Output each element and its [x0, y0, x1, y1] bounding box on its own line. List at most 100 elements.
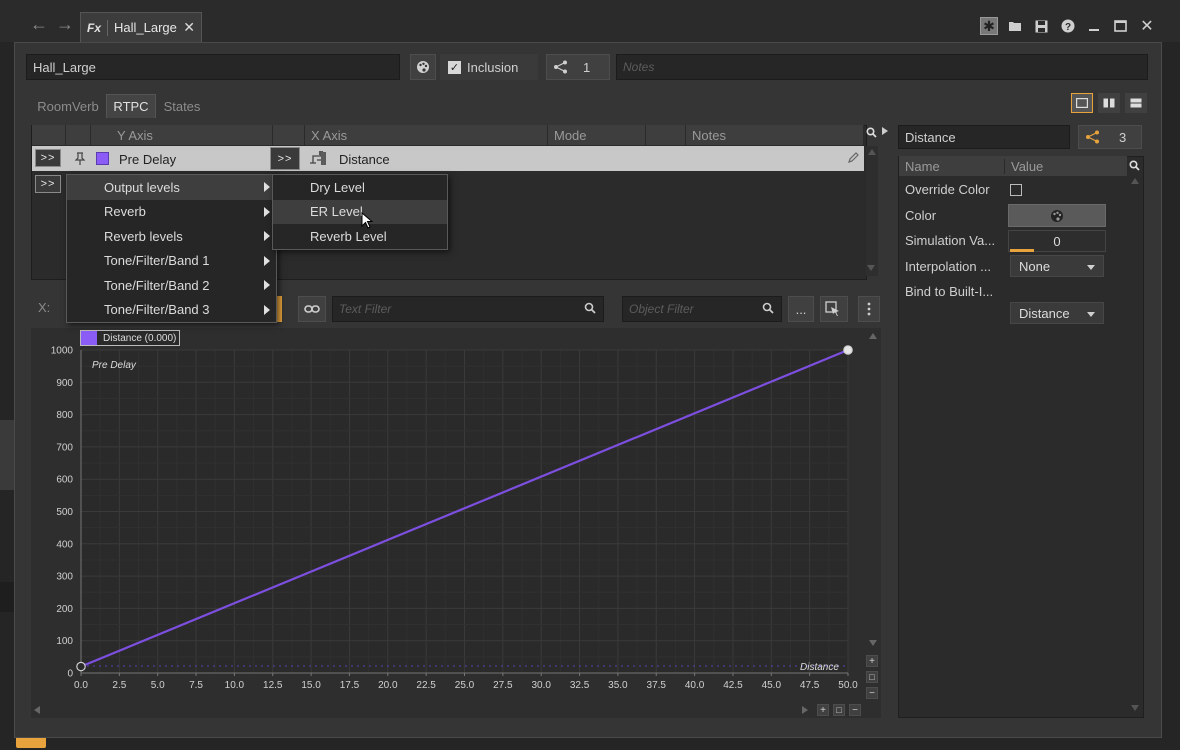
header-pin-col — [66, 125, 91, 145]
x-tick-label: 35.0 — [608, 680, 628, 691]
rtpc-references-button[interactable]: 3 — [1078, 125, 1142, 149]
tab-close-icon[interactable]: ✕ — [183, 19, 195, 36]
zoom-in-horizontal-icon[interactable]: + — [817, 704, 829, 716]
color-palette-button[interactable] — [410, 54, 436, 80]
zoom-fit-horizontal-icon[interactable]: □ — [833, 704, 845, 716]
tab-rtpc[interactable]: RTPC — [106, 94, 156, 118]
zoom-out-vertical-icon[interactable]: − — [866, 687, 878, 699]
table-search-icon[interactable] — [866, 127, 877, 141]
reference-count: 1 — [583, 59, 591, 75]
rtpc-curve-svg[interactable]: 0 100 200 300 400 500 600 700 800 900 1000 0.0 2.5 5.… — [31, 328, 881, 718]
layout-vertical-split-icon[interactable] — [1098, 93, 1120, 113]
x-axis-browse-button[interactable]: >> — [270, 147, 300, 170]
open-folder-icon[interactable] — [1006, 17, 1024, 35]
save-icon[interactable] — [1032, 17, 1050, 35]
interpolation-dropdown[interactable]: None — [1010, 255, 1104, 277]
svg-text:?: ? — [1065, 22, 1071, 33]
chart-scroll-down-icon[interactable] — [869, 640, 877, 646]
menu-item-reverb[interactable]: Reverb — [67, 200, 276, 225]
bind-builtin-dropdown[interactable]: Distance — [1010, 302, 1104, 324]
menu-item-tone-filter-band-1[interactable]: Tone/Filter/Band 1 — [67, 249, 276, 274]
x-tick-label: 17.5 — [340, 680, 360, 691]
pin-icon-row[interactable] — [66, 146, 94, 171]
y-tick-label: 600 — [56, 475, 73, 486]
override-color-checkbox[interactable] — [1010, 184, 1022, 196]
pin-icon[interactable]: ✱ — [980, 17, 998, 35]
share-nodes-icon — [1086, 130, 1099, 144]
inclusion-checkbox[interactable]: ✓ — [448, 60, 461, 74]
menu-item-tone-filter-band-3[interactable]: Tone/Filter/Band 3 — [67, 298, 276, 323]
menu-item-dry-level[interactable]: Dry Level — [273, 175, 447, 200]
zoom-fit-vertical-icon[interactable]: □ — [866, 671, 878, 683]
rtpc-object-name[interactable]: Distance — [898, 125, 1070, 149]
new-row-expand-button[interactable]: >> — [35, 175, 61, 193]
back-arrow-icon[interactable]: ← — [30, 14, 48, 35]
notes-field[interactable]: Notes — [616, 54, 1148, 80]
link-button[interactable] — [298, 296, 326, 322]
prop-header-value[interactable]: Value — [1005, 159, 1043, 174]
x-tick-label: 45.0 — [762, 680, 782, 691]
prop-header-name[interactable]: Name — [899, 158, 1005, 174]
forward-arrow-icon[interactable]: → — [56, 14, 74, 35]
property-scroll-up-icon[interactable] — [1131, 178, 1139, 184]
menu-item-er-level[interactable]: ER Level — [273, 199, 447, 224]
submenu-arrow-icon — [264, 206, 270, 217]
maximize-icon[interactable] — [1111, 17, 1129, 35]
zoom-out-horizontal-icon[interactable]: − — [849, 704, 861, 716]
rtpc-graph[interactable]: 0 100 200 300 400 500 600 700 800 900 1000 0.0 2.5 5.… — [31, 328, 881, 718]
zoom-in-vertical-icon[interactable]: + — [866, 655, 878, 667]
header-notes[interactable]: Notes — [686, 125, 864, 145]
scroll-down-icon[interactable] — [867, 265, 875, 271]
help-icon[interactable]: ? — [1059, 17, 1077, 35]
color-picker-button[interactable] — [1008, 204, 1106, 227]
menu-item-output-levels[interactable]: Output levels — [67, 175, 276, 200]
scroll-up-icon[interactable] — [868, 149, 876, 155]
chart-scroll-left-icon[interactable] — [34, 706, 40, 714]
simulation-slider-fill — [1010, 249, 1034, 252]
row-expand-button[interactable]: >> — [35, 149, 61, 167]
header-x-axis[interactable]: X Axis — [305, 125, 548, 145]
object-filter-search-icon[interactable] — [762, 302, 774, 317]
references-button[interactable]: 1 — [546, 54, 610, 80]
menu-item-label: Reverb Level — [310, 228, 387, 244]
chart-scroll-up-icon[interactable] — [869, 333, 877, 339]
text-filter-search-icon[interactable] — [584, 302, 596, 317]
menu-item-reverb-level[interactable]: Reverb Level — [273, 224, 447, 249]
chart-scroll-right-icon[interactable] — [802, 706, 808, 714]
editor-tab[interactable]: Fx Hall_Large ✕ — [80, 12, 202, 42]
x-axis-value[interactable]: Distance — [339, 152, 390, 167]
object-name-field[interactable]: Hall_Large — [26, 54, 400, 80]
vertical-menu-icon[interactable] — [858, 296, 880, 322]
chart-x-axis-label: Distance — [800, 662, 839, 673]
property-scroll-down-icon[interactable] — [1131, 705, 1139, 711]
layout-single-icon[interactable] — [1071, 93, 1093, 113]
header-mode[interactable]: Mode — [548, 125, 646, 145]
property-search-icon[interactable] — [1129, 159, 1140, 174]
y-tick-label: 300 — [56, 572, 73, 583]
header-y-axis[interactable]: Y Axis — [91, 125, 273, 145]
minimize-icon[interactable] — [1085, 17, 1103, 35]
more-options-button[interactable]: ... — [788, 296, 814, 322]
notes-placeholder: Notes — [623, 60, 655, 74]
table-scrollbar[interactable] — [866, 146, 878, 276]
expand-panel-arrow-icon[interactable] — [882, 127, 888, 135]
menu-item-reverb-levels[interactable]: Reverb levels — [67, 224, 276, 249]
object-filter-input[interactable]: Object Filter — [622, 296, 782, 322]
layout-horizontal-split-icon[interactable] — [1125, 93, 1147, 113]
x-tick-label: 22.5 — [416, 680, 436, 691]
edit-pencil-icon[interactable] — [847, 151, 860, 167]
background-panel-edge — [0, 420, 14, 490]
menu-item-label: Tone/Filter/Band 1 — [104, 253, 210, 269]
close-window-icon[interactable]: ✕ — [1138, 17, 1156, 35]
tab-title: Hall_Large — [114, 20, 177, 35]
y-axis-value[interactable]: Pre Delay — [119, 152, 176, 167]
tab-states[interactable]: States — [157, 94, 207, 118]
y-tick-label: 400 — [56, 539, 73, 550]
tab-roomverb[interactable]: RoomVerb — [31, 94, 105, 118]
simulation-value: 0 — [1053, 233, 1061, 249]
menu-item-tone-filter-band-2[interactable]: Tone/Filter/Band 2 — [67, 273, 276, 298]
inclusion-label: Inclusion — [467, 59, 519, 75]
inclusion-toggle[interactable]: ✓ Inclusion — [440, 54, 538, 80]
select-object-button[interactable] — [820, 296, 848, 322]
text-filter-input[interactable]: Text Filter — [332, 296, 604, 322]
